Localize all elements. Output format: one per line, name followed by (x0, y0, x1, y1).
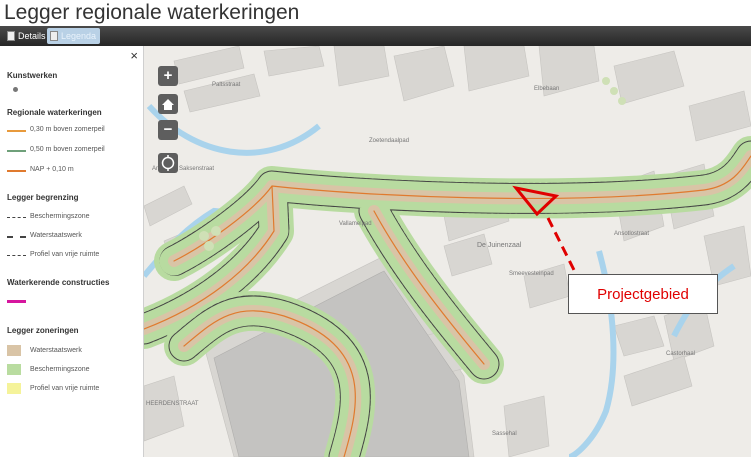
legend-item: Beschermingszone (30, 366, 90, 373)
details-label: Details (18, 31, 46, 41)
street-label: Elbebaan (534, 86, 560, 92)
legend-heading-zoneringen: Legger zoneringen (7, 326, 79, 335)
street-label: Castorhaal (666, 351, 696, 357)
page-title: Legger regionale waterkeringen (4, 1, 300, 24)
kunstwerk-symbol (13, 87, 18, 92)
legend-tab[interactable]: Legenda (47, 28, 101, 44)
home-button[interactable] (158, 94, 178, 114)
home-icon (162, 99, 174, 110)
street-label: Vallamelpad (339, 221, 372, 227)
legend-item: Beschermingszone (30, 213, 90, 220)
legend-item: Waterstaatswerk (30, 232, 82, 239)
street-label: Paltsstraat (212, 82, 241, 88)
legend-item: 0,30 m boven zomerpeil (30, 126, 105, 133)
locate-button[interactable] (158, 153, 178, 173)
legend-panel: × Kunstwerken Regionale waterkeringen 0,… (0, 46, 144, 457)
details-tab[interactable]: Details (4, 28, 50, 44)
zone-swatch-2 (7, 364, 21, 375)
place-label: De Juinenzaal (477, 242, 522, 249)
street-label: Sassehal (492, 431, 517, 437)
zoom-out-button[interactable]: − (158, 120, 178, 140)
locate-icon (161, 155, 175, 171)
line-swatch-1 (7, 130, 26, 132)
street-label: Smeevesteinpad (509, 271, 554, 277)
legend-heading-regionale: Regionale waterkeringen (7, 108, 102, 117)
toolbar: Details Legenda (0, 26, 751, 46)
legend-heading-kunstwerken: Kunstwerken (7, 71, 58, 80)
legend-item: Waterstaatswerk (30, 347, 82, 354)
line-swatch-3 (7, 170, 26, 172)
dash-swatch-3 (7, 255, 26, 256)
project-callout: Projectgebied (568, 274, 718, 314)
dash-swatch-1 (7, 217, 26, 218)
zone-swatch-3 (7, 383, 21, 394)
constructie-swatch (7, 300, 26, 303)
legend-heading-begrenzing: Legger begrenzing (7, 193, 79, 202)
legend-item: Profiel van vrije ruimte (30, 251, 100, 258)
document-icon (7, 31, 15, 41)
line-swatch-2 (7, 150, 26, 152)
map-canvas (144, 46, 751, 457)
street-label: Ansotlostraat (614, 231, 650, 237)
legend-item: NAP + 0,10 m (30, 166, 74, 173)
legend-item: Profiel van vrije ruimte (30, 385, 100, 392)
dash-swatch-2 (7, 236, 26, 238)
zone-swatch-1 (7, 345, 21, 356)
legend-item: 0,50 m boven zomerpeil (30, 146, 105, 153)
street-label: Zoetendaalpad (369, 138, 410, 144)
map-view[interactable]: Paltsstraat Anna van Saksenstraat Zoeten… (144, 46, 751, 457)
legend-label: Legenda (61, 31, 97, 41)
street-label: HEERDENSTRAAT (146, 401, 199, 407)
zoom-in-button[interactable]: + (158, 66, 178, 86)
close-icon[interactable]: × (130, 49, 138, 63)
list-icon (50, 31, 58, 41)
legend-heading-constructies: Waterkerende constructies (7, 278, 110, 287)
